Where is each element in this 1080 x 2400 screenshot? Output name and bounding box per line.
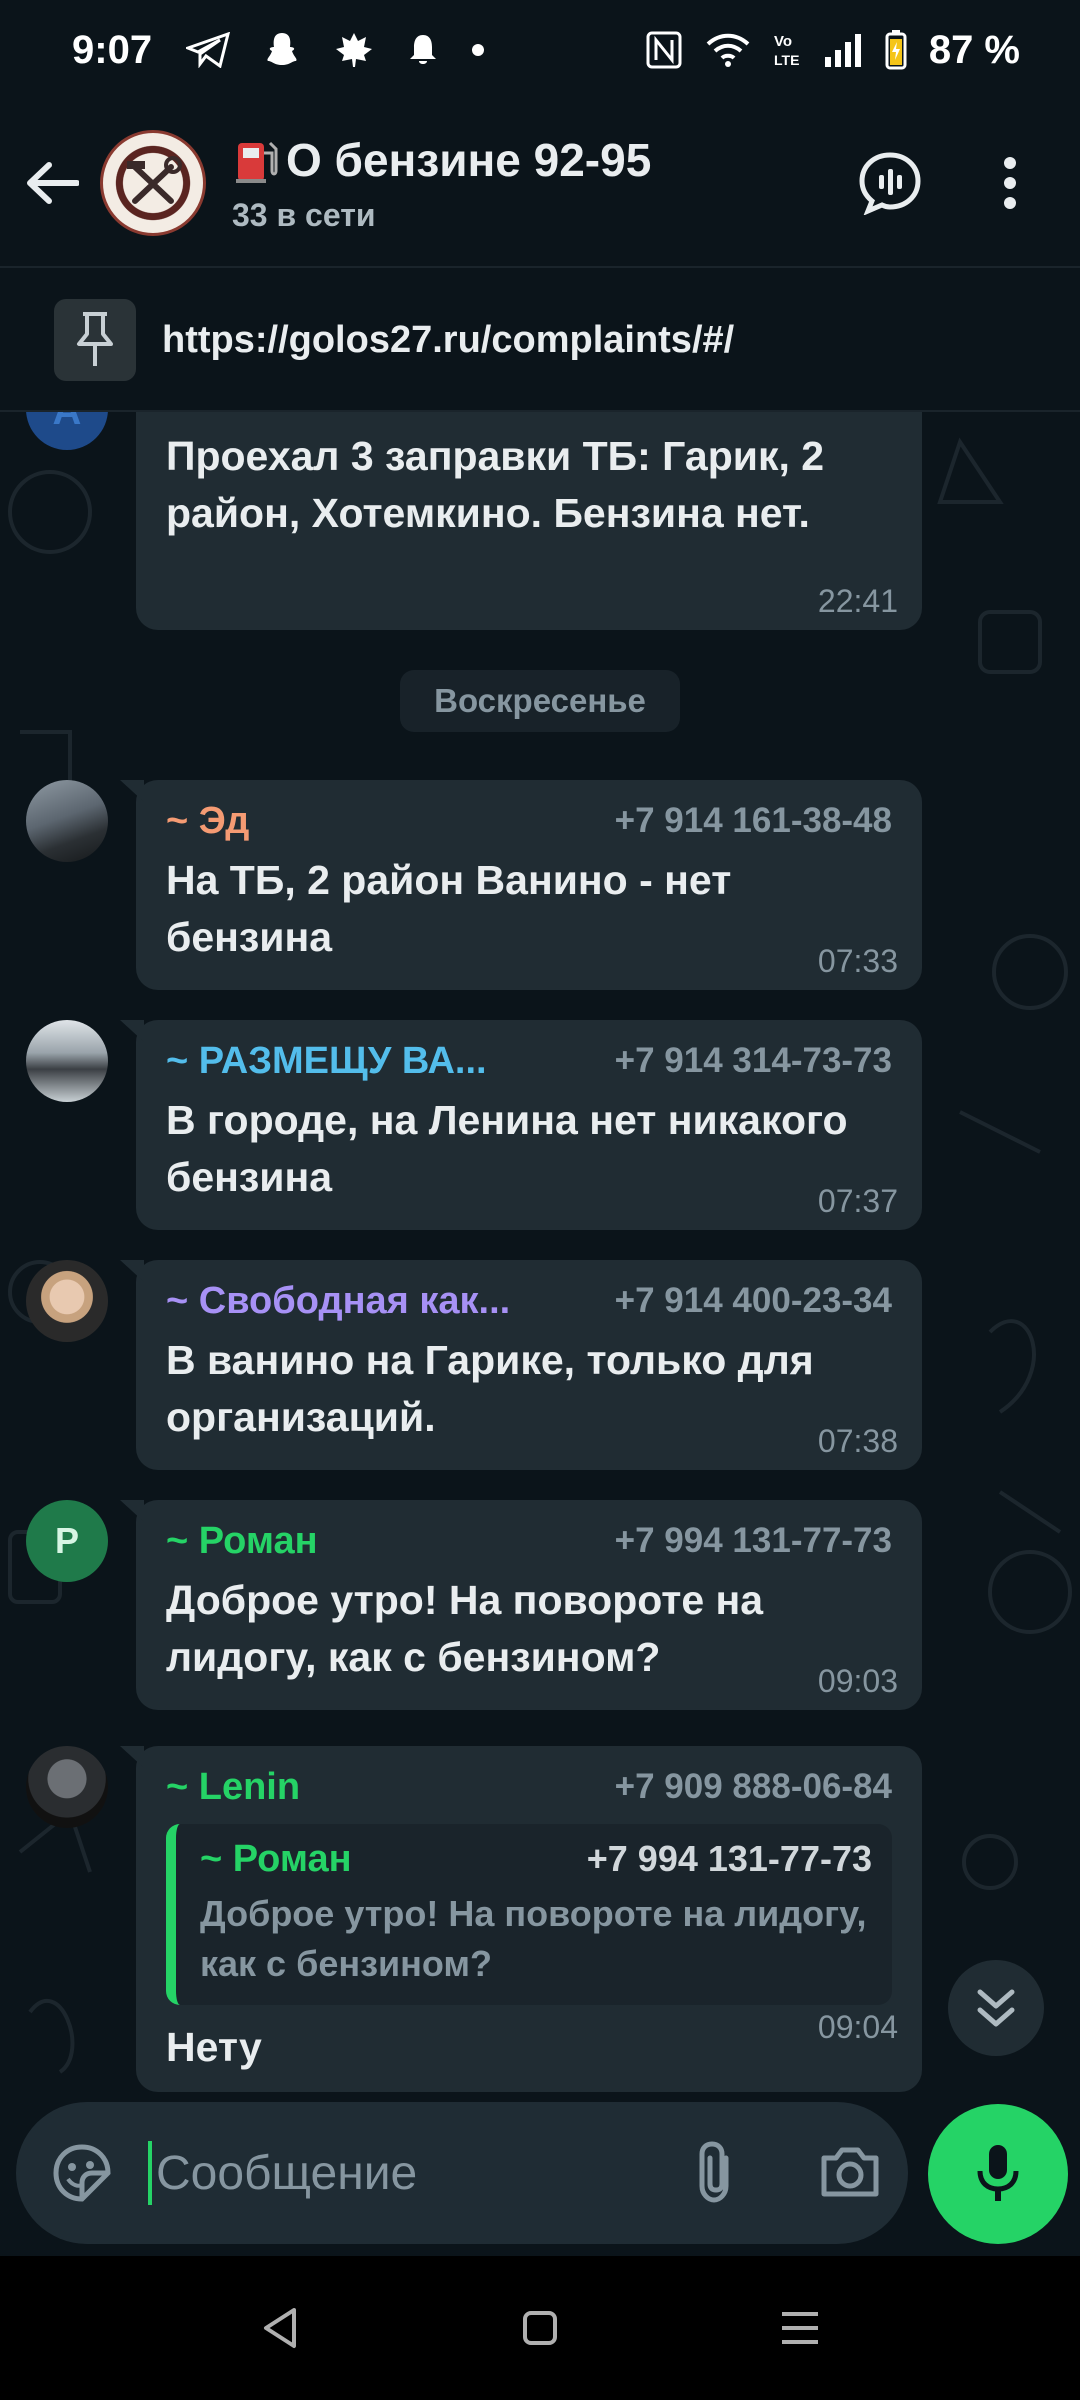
quoted-sender: ~ Роман — [200, 1838, 352, 1880]
double-chevron-down-icon — [977, 1989, 1015, 2027]
sticker-icon — [53, 2144, 111, 2202]
system-nav-bar — [0, 2256, 1080, 2400]
message-text: В городе, на Ленина нет никакого бензина — [166, 1097, 848, 1200]
pin-icon — [54, 299, 136, 381]
message-time: 09:04 — [817, 2009, 898, 2045]
text-caret — [148, 2141, 152, 2205]
quoted-text: Доброе утро! На повороте на лидогу, как … — [200, 1893, 867, 1984]
nav-back-button[interactable] — [230, 2278, 330, 2378]
message-time: 07:33 — [817, 943, 898, 979]
signal-icon — [823, 33, 863, 67]
quoted-phone: +7 994 131-77-73 — [586, 1838, 872, 1879]
message-bubble[interactable]: ~ Lenin +7 909 888-06-84 ~ Роман +7 994 … — [120, 1746, 922, 2092]
volte-icon: Vo LTE — [773, 31, 801, 69]
microphone-icon — [977, 2145, 1019, 2201]
message-text: В ванино на Гарике, только для организац… — [166, 1337, 814, 1440]
sender-name[interactable]: ~ Lenin — [166, 1766, 300, 1809]
message-bubble[interactable]: ~ Эд +7 914 161-38-48 На ТБ, 2 район Ван… — [120, 780, 922, 990]
more-options-button[interactable] — [950, 123, 1070, 243]
menu-lines-icon — [782, 2312, 818, 2344]
message-text: На ТБ, 2 район Ванино - нет бензина — [166, 857, 732, 960]
avatar[interactable] — [26, 1020, 108, 1102]
camera-icon — [821, 2147, 879, 2197]
attach-button[interactable] — [656, 2112, 776, 2232]
nav-recents-button[interactable] — [750, 2278, 850, 2378]
svg-text:Vo: Vo — [774, 33, 792, 50]
maple-leaf-icon — [334, 31, 374, 69]
screen: 9:07 Vo LTE 87 % О бензине 92-95 33 в се… — [0, 0, 1080, 2400]
telegram-icon — [186, 32, 231, 68]
message-text: Нету — [166, 2024, 262, 2070]
sender-name[interactable]: ~ Эд — [166, 800, 249, 843]
chat-title-text: О бензине 92-95 — [286, 133, 652, 186]
voice-chat-button[interactable] — [830, 123, 950, 243]
scroll-to-bottom-button[interactable] — [948, 1960, 1044, 2056]
composer: Сообщение — [0, 2092, 1080, 2256]
status-bar: 9:07 Vo LTE 87 % — [0, 0, 1080, 100]
avatar-letter: Р — [54, 1520, 79, 1561]
avatar[interactable] — [26, 780, 108, 862]
back-button[interactable] — [4, 133, 100, 233]
wifi-icon — [705, 32, 751, 68]
quoted-message[interactable]: ~ Роман +7 994 131-77-73 Доброе утро! На… — [166, 1824, 892, 2005]
message-bubble[interactable]: ~ Свободная как... +7 914 400-23-34 В ва… — [120, 1260, 922, 1470]
fuel-pump-icon — [236, 141, 278, 183]
avatar[interactable] — [26, 1260, 108, 1342]
sender-name[interactable]: ~ РАЗМЕЩУ ВА... — [166, 1040, 487, 1083]
more-vert-icon — [1004, 157, 1016, 209]
online-count: 33 в сети — [232, 196, 376, 233]
nfc-icon — [645, 30, 683, 70]
chat-title[interactable]: О бензине 92-95 — [232, 133, 651, 187]
camera-button[interactable] — [790, 2112, 910, 2232]
sender-phone: +7 994 131-77-73 — [614, 1521, 892, 1560]
svg-text:LTE: LTE — [774, 52, 799, 68]
svg-text:А: А — [53, 412, 82, 433]
message-input[interactable]: Сообщение — [16, 2102, 908, 2244]
message-time: 07:37 — [817, 1183, 898, 1219]
sender-phone: +7 914 400-23-34 — [614, 1281, 892, 1320]
date-separator: Воскресенье — [400, 670, 680, 732]
tools-logo-icon — [127, 156, 182, 204]
pinned-message-bar[interactable]: https://golos27.ru/complaints/#/ — [0, 270, 1080, 412]
snapchat-icon — [264, 31, 300, 69]
chat-header[interactable]: О бензине 92-95 33 в сети — [0, 100, 1080, 268]
sticker-button[interactable] — [22, 2113, 142, 2233]
sender-name[interactable]: ~ Свободная как... — [166, 1280, 510, 1323]
battery-percent: 87 % — [928, 27, 1020, 72]
message-time: 09:03 — [817, 1663, 898, 1699]
message-list[interactable]: А Проехал 3 заправки ТБ: Гарик, 2 район,… — [0, 412, 1080, 2092]
message-placeholder: Сообщение — [156, 2146, 418, 2200]
message-text: Проехал 3 заправки ТБ: Гарик, 2 район, Х… — [166, 433, 825, 536]
notification-dot-icon — [472, 44, 485, 56]
message-bubble[interactable]: ~ РАЗМЕЩУ ВА... +7 914 314-73-73 В город… — [120, 1020, 922, 1230]
message-bubble[interactable]: Проехал 3 заправки ТБ: Гарик, 2 район, Х… — [136, 412, 922, 630]
sender-phone: +7 909 888-06-84 — [614, 1767, 892, 1806]
sender-phone: +7 914 161-38-48 — [614, 801, 892, 840]
avatar[interactable] — [26, 1746, 108, 1828]
message-text: Доброе утро! На повороте на лидогу, как … — [166, 1577, 764, 1680]
paperclip-icon — [699, 2141, 729, 2203]
square-home-icon — [523, 2311, 557, 2345]
message-bubble[interactable]: ~ Роман +7 994 131-77-73 Доброе утро! На… — [120, 1500, 922, 1710]
nav-home-button[interactable] — [490, 2278, 590, 2378]
arrow-back-icon — [27, 162, 79, 204]
status-time: 9:07 — [72, 27, 153, 72]
bell-icon — [408, 33, 438, 67]
message-time: 22:41 — [817, 583, 898, 619]
pinned-link[interactable]: https://golos27.ru/complaints/#/ — [162, 319, 734, 362]
avatar[interactable]: Р — [26, 1500, 108, 1582]
voice-record-button[interactable] — [928, 2104, 1068, 2244]
sender-name[interactable]: ~ Роман — [166, 1520, 318, 1563]
message-time: 07:38 — [817, 1423, 898, 1459]
battery-icon — [885, 30, 907, 70]
voice-chat-icon — [859, 152, 921, 215]
group-avatar[interactable] — [100, 130, 206, 236]
triangle-back-icon — [264, 2308, 296, 2348]
sender-phone: +7 914 314-73-73 — [614, 1041, 892, 1080]
